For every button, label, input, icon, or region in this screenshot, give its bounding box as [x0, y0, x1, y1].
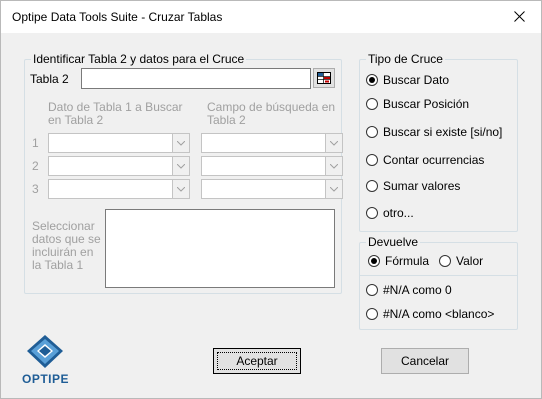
radio-buscar-dato[interactable]: Buscar Dato	[366, 73, 449, 87]
dropdown-arrow-icon[interactable]	[325, 134, 342, 152]
radio-na-cero[interactable]: #N/A como 0	[366, 283, 452, 297]
radio-indicator[interactable]	[366, 74, 378, 86]
campo-combo-1[interactable]	[201, 133, 343, 153]
dropdown-arrow-icon[interactable]	[172, 157, 189, 175]
radio-indicator[interactable]	[366, 154, 378, 166]
dialog-window: Optipe Data Tools Suite - Cruzar Tablas …	[0, 0, 542, 399]
row-number-2: 2	[32, 159, 39, 173]
radio-valor[interactable]: Valor	[439, 254, 483, 268]
tipo-cruce-legend: Tipo de Cruce	[368, 52, 443, 66]
radio-label: otro...	[383, 206, 414, 220]
optipe-logo-icon	[27, 335, 63, 368]
dropdown-arrow-icon[interactable]	[172, 134, 189, 152]
cancel-button[interactable]: Cancelar	[381, 348, 469, 374]
radio-indicator[interactable]	[366, 180, 378, 192]
radio-label: Fórmula	[385, 254, 430, 268]
radio-buscar-posicion[interactable]: Buscar Posición	[366, 97, 469, 111]
range-select-button[interactable]	[313, 68, 335, 88]
dropdown-arrow-icon[interactable]	[172, 180, 189, 198]
radio-sumar-valores[interactable]: Sumar valores	[366, 179, 460, 193]
row-number-1: 1	[32, 136, 39, 150]
radio-indicator[interactable]	[439, 255, 451, 267]
radio-indicator[interactable]	[366, 284, 378, 296]
dropdown-arrow-icon[interactable]	[325, 180, 342, 198]
radio-buscar-si-existe[interactable]: Buscar si existe [si/no]	[366, 125, 502, 139]
tabla2-input[interactable]	[81, 68, 311, 89]
col2-header: Campo de búsqueda en Tabla 2	[207, 100, 336, 127]
radio-label: Valor	[456, 254, 484, 268]
accept-button[interactable]: Aceptar	[213, 348, 301, 374]
campo-combo-3[interactable]	[201, 179, 343, 199]
identify-group-legend: Identificar Tabla 2 y datos para el Cruc…	[33, 52, 245, 66]
dropdown-arrow-icon[interactable]	[325, 157, 342, 175]
dato-combo-3[interactable]	[48, 179, 190, 199]
close-button[interactable]	[497, 1, 541, 32]
campo-combo-2[interactable]	[201, 156, 343, 176]
range-select-icon	[317, 72, 331, 84]
title-bar: Optipe Data Tools Suite - Cruzar Tablas	[1, 1, 541, 33]
cancel-button-label: Cancelar	[400, 354, 450, 368]
select-data-label: Seleccionar datos que se incluirán en la…	[32, 219, 101, 272]
row-number-3: 3	[32, 182, 39, 196]
window-title: Optipe Data Tools Suite - Cruzar Tablas	[12, 10, 223, 24]
radio-label: Contar ocurrencias	[383, 153, 485, 167]
radio-indicator[interactable]	[366, 308, 378, 320]
col1-header: Dato de Tabla 1 a Buscar en Tabla 2	[48, 100, 183, 127]
radio-label: Sumar valores	[383, 179, 461, 193]
devuelve-legend: Devuelve	[368, 235, 419, 249]
radio-indicator[interactable]	[366, 98, 378, 110]
radio-label: Buscar Posición	[383, 97, 470, 111]
tabla2-label: Tabla 2	[30, 72, 69, 86]
radio-contar-ocurrencias[interactable]: Contar ocurrencias	[366, 153, 484, 167]
radio-na-blanco[interactable]: #N/A como <blanco>	[366, 307, 494, 321]
focus-ring	[217, 352, 297, 370]
dato-combo-1[interactable]	[48, 133, 190, 153]
optipe-logo-text: OPTIPE	[22, 372, 70, 386]
radio-indicator[interactable]	[366, 207, 378, 219]
radio-formula[interactable]: Fórmula	[368, 254, 429, 268]
radio-label: Buscar si existe [si/no]	[383, 125, 503, 139]
radio-otro[interactable]: otro...	[366, 206, 414, 220]
dato-combo-2[interactable]	[48, 156, 190, 176]
close-icon	[513, 11, 525, 22]
devuelve-divider	[360, 275, 517, 276]
radio-label: Buscar Dato	[383, 73, 450, 87]
radio-indicator[interactable]	[366, 126, 378, 138]
radio-label: #N/A como 0	[383, 283, 452, 297]
radio-label: #N/A como <blanco>	[383, 307, 495, 321]
radio-indicator[interactable]	[368, 255, 380, 267]
select-data-listbox[interactable]	[105, 209, 335, 288]
